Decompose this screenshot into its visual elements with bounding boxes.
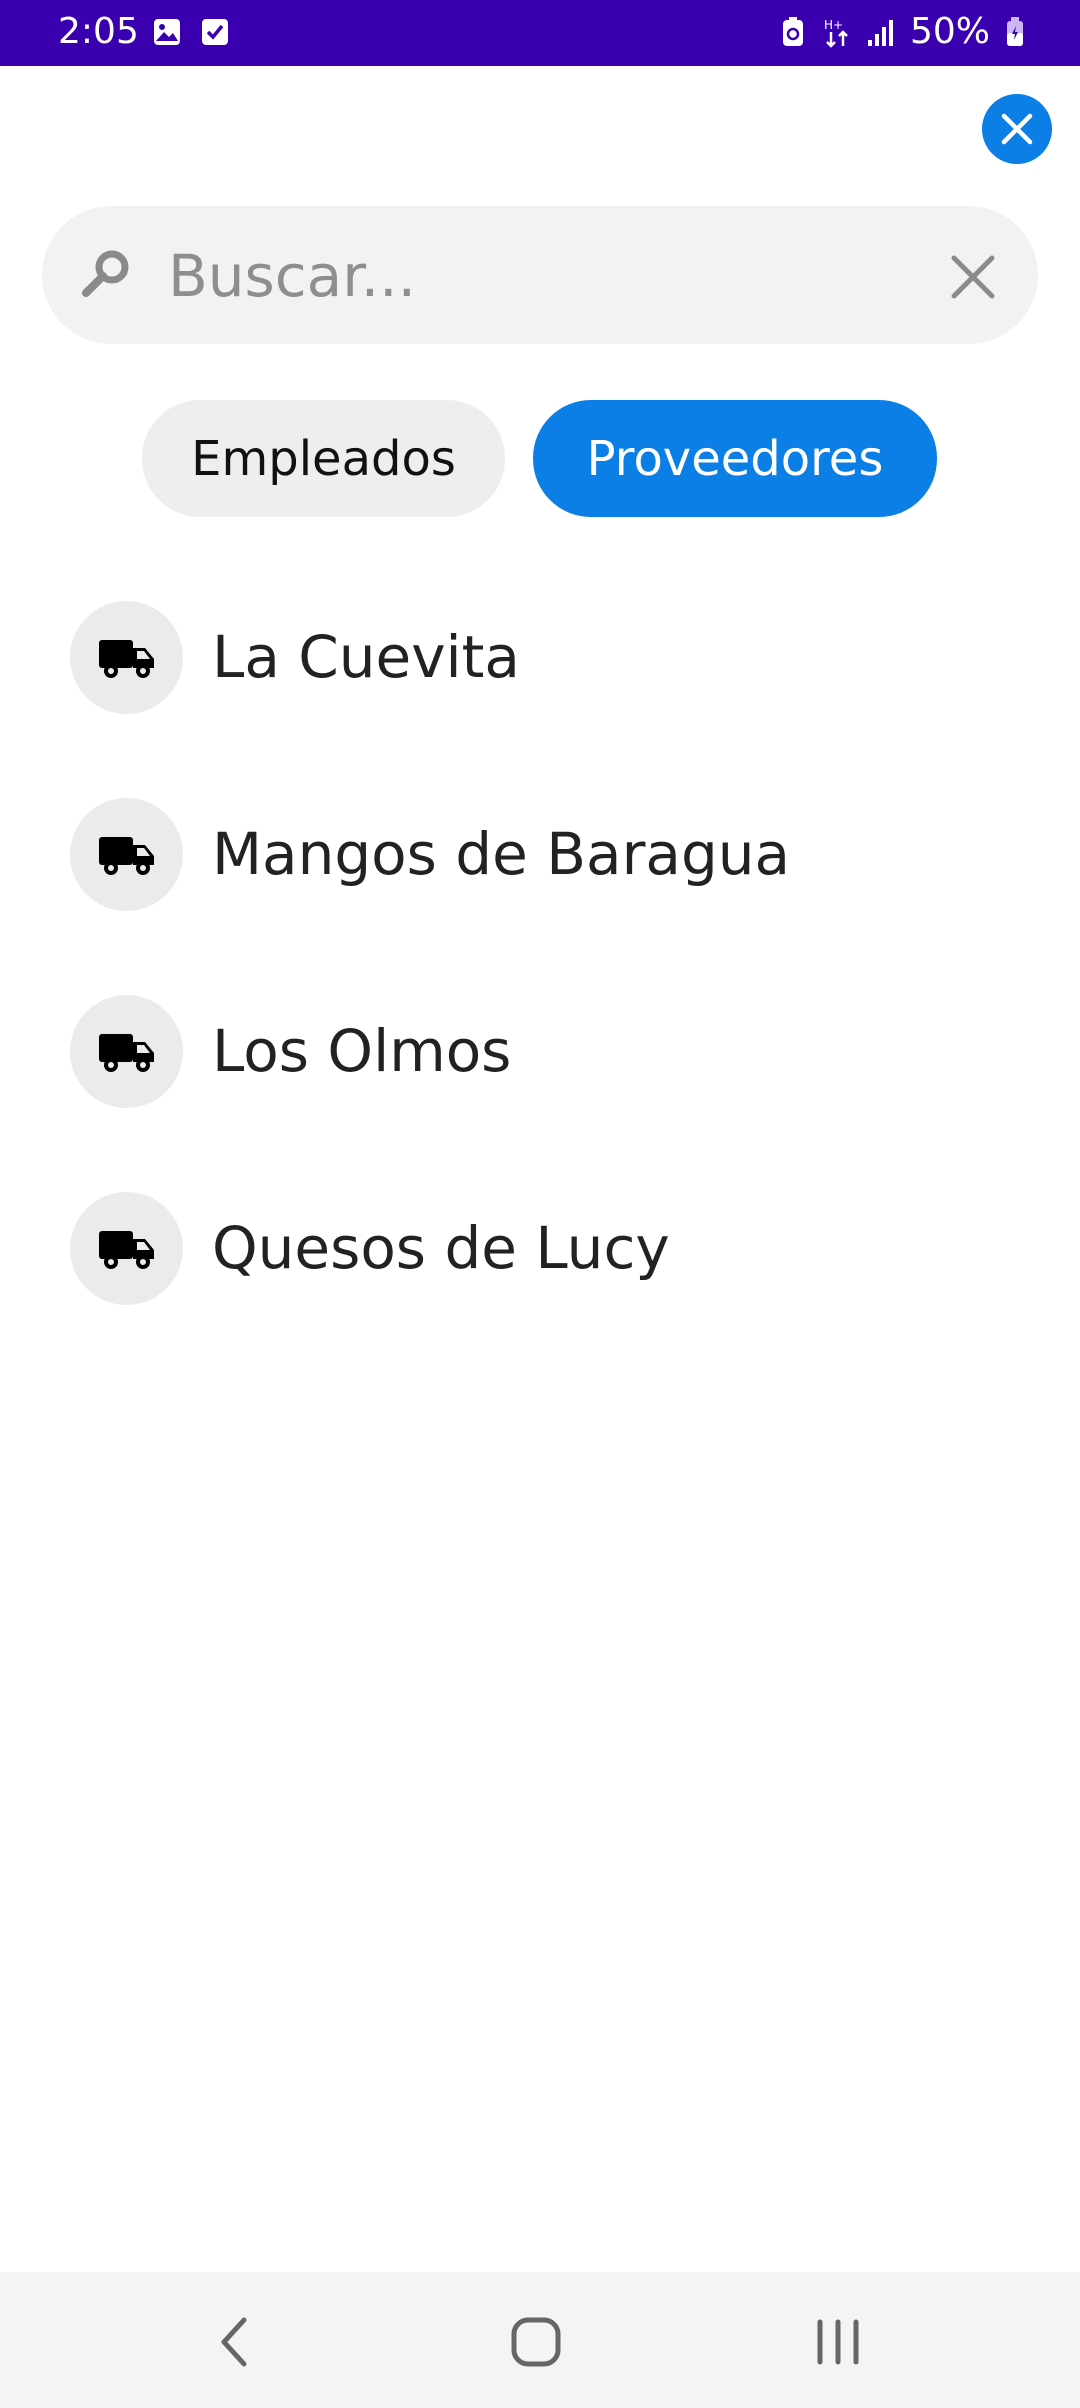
svg-text:H+: H+ bbox=[824, 18, 843, 32]
search-input[interactable] bbox=[168, 236, 908, 316]
supplier-name: Mangos de Baragua bbox=[212, 820, 791, 888]
recents-button[interactable] bbox=[808, 2312, 868, 2372]
signal-icon bbox=[867, 20, 893, 46]
tab-proveedores[interactable]: Proveedores bbox=[533, 400, 937, 517]
home-icon bbox=[511, 2317, 561, 2367]
battery-percentage: 50% bbox=[909, 11, 990, 52]
supplier-name: Los Olmos bbox=[212, 1017, 512, 1085]
system-nav-bar bbox=[0, 2272, 1080, 2408]
supplier-name: La Cuevita bbox=[212, 623, 520, 691]
clear-search-icon[interactable] bbox=[948, 252, 998, 302]
back-button[interactable] bbox=[204, 2312, 264, 2372]
battery-icon bbox=[1007, 17, 1023, 46]
truck-icon bbox=[98, 1230, 154, 1269]
close-icon bbox=[1001, 113, 1033, 145]
gallery-icon bbox=[154, 19, 180, 45]
status-bar: 2:05 H+ 50% bbox=[0, 0, 1080, 66]
tab-empleados[interactable]: Empleados bbox=[142, 400, 505, 517]
recents-icon bbox=[817, 2319, 859, 2365]
avatar bbox=[70, 1192, 183, 1305]
avatar bbox=[70, 995, 183, 1108]
truck-icon bbox=[98, 1033, 154, 1072]
list-item[interactable]: Mangos de Baragua bbox=[0, 798, 1080, 938]
list-item[interactable]: Quesos de Lucy bbox=[0, 1192, 1080, 1332]
status-time: 2:05 bbox=[58, 11, 139, 52]
back-icon bbox=[221, 2317, 247, 2367]
checkbox-icon bbox=[202, 19, 228, 45]
avatar bbox=[70, 798, 183, 911]
supplier-name: Quesos de Lucy bbox=[212, 1214, 670, 1282]
truck-icon bbox=[98, 639, 154, 678]
search-icon bbox=[82, 250, 129, 297]
list-item[interactable]: La Cuevita bbox=[0, 601, 1080, 741]
data-arrows-icon: H+ bbox=[824, 18, 848, 48]
close-button[interactable] bbox=[982, 94, 1052, 164]
avatar bbox=[70, 601, 183, 714]
list-item[interactable]: Los Olmos bbox=[0, 995, 1080, 1135]
battery-saver-icon bbox=[782, 17, 803, 46]
home-button[interactable] bbox=[506, 2312, 566, 2372]
truck-icon bbox=[98, 836, 154, 875]
